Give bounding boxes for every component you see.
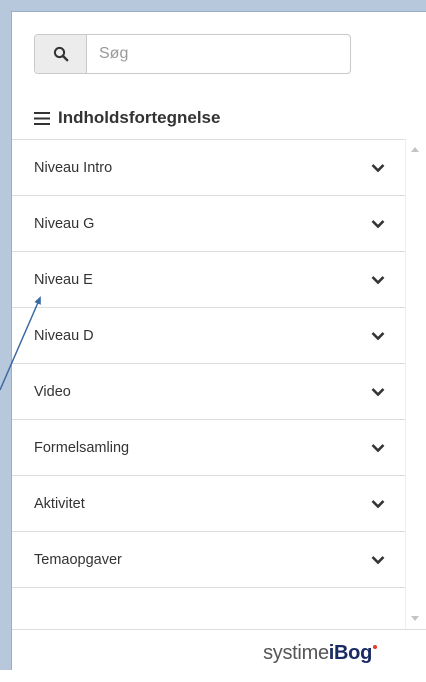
annotation-arrow — [0, 296, 41, 391]
annotation-arrow-line — [0, 296, 41, 391]
